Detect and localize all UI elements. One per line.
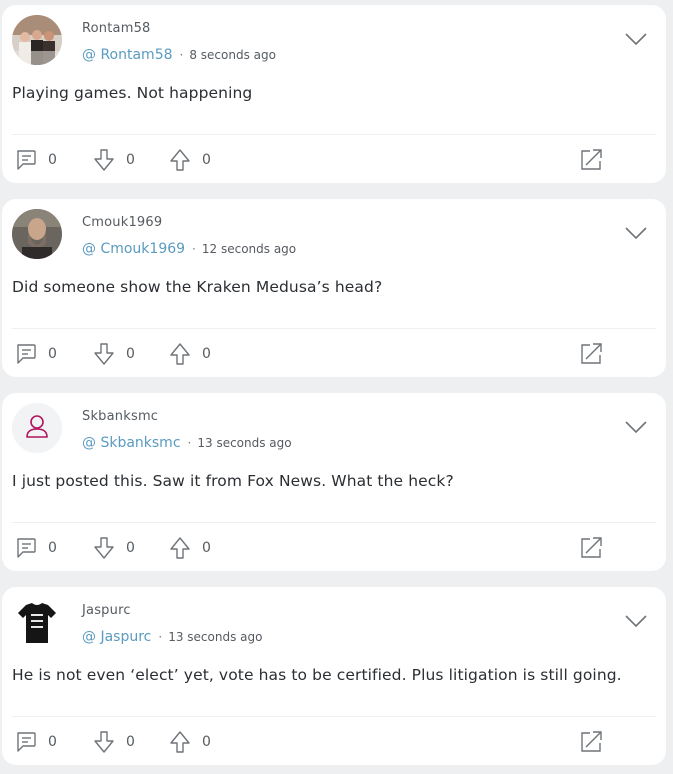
- separator-dot: ·: [158, 630, 163, 644]
- handle-text[interactable]: @ Skbanksmc: [82, 435, 181, 451]
- post-text: I just posted this. Saw it from Fox News…: [12, 472, 454, 490]
- reply-button[interactable]: 0: [14, 341, 57, 367]
- divider: [12, 522, 656, 523]
- timestamp[interactable]: 13 seconds ago: [197, 436, 291, 450]
- divider: [12, 328, 656, 329]
- username[interactable]: Jaspurc: [82, 603, 131, 618]
- share-button[interactable]: [578, 535, 604, 561]
- user-handle[interactable]: @ Jaspurc · 13 seconds ago: [82, 629, 262, 645]
- user-icon: [12, 403, 62, 453]
- share-button[interactable]: [578, 341, 604, 367]
- avatar[interactable]: [12, 403, 62, 453]
- downvote-button[interactable]: 0: [92, 535, 135, 561]
- handle-text[interactable]: @ Jaspurc: [82, 629, 151, 645]
- post-card: Jaspurc @ Jaspurc · 13 seconds ago He is n…: [2, 587, 666, 765]
- separator-dot: ·: [192, 242, 196, 256]
- handle-text[interactable]: @ Rontam58: [82, 47, 173, 63]
- upvote-button[interactable]: 0: [168, 535, 211, 561]
- downvote-button[interactable]: 0: [92, 729, 135, 755]
- arrow-up-icon: [170, 343, 190, 365]
- reply-button[interactable]: 0: [14, 147, 57, 173]
- comment-icon: [17, 344, 36, 364]
- avatar[interactable]: [12, 15, 62, 65]
- reply-count: 0: [48, 540, 57, 556]
- chevron-down-icon[interactable]: [624, 226, 648, 240]
- timestamp[interactable]: 8 seconds ago: [189, 48, 276, 62]
- username[interactable]: Skbanksmc: [82, 409, 158, 424]
- upvote-button[interactable]: 0: [168, 147, 211, 173]
- post-text: He is not even ‘elect’ yet, vote has to …: [12, 666, 622, 684]
- downvote-count: 0: [126, 734, 135, 750]
- chevron-down-icon[interactable]: [624, 614, 648, 628]
- downvote-count: 0: [126, 540, 135, 556]
- post-card: Skbanksmc @ Skbanksmc · 13 seconds ago I j…: [2, 393, 666, 571]
- downvote-count: 0: [126, 152, 135, 168]
- user-handle[interactable]: @ Rontam58 · 8 seconds ago: [82, 47, 276, 63]
- upvote-button[interactable]: 0: [168, 341, 211, 367]
- separator-dot: ·: [179, 48, 184, 62]
- share-icon: [581, 537, 602, 558]
- username[interactable]: Rontam58: [82, 21, 151, 36]
- arrow-up-icon: [170, 731, 190, 753]
- user-handle[interactable]: @ Cmouk1969 · 12 seconds ago: [82, 241, 296, 257]
- upvote-count: 0: [202, 540, 211, 556]
- upvote-count: 0: [202, 152, 211, 168]
- reply-count: 0: [48, 346, 57, 362]
- comment-icon: [17, 538, 36, 558]
- upvote-button[interactable]: 0: [168, 729, 211, 755]
- post-text: Playing games. Not happening: [12, 84, 253, 102]
- downvote-count: 0: [126, 346, 135, 362]
- timestamp[interactable]: 12 seconds ago: [202, 242, 296, 256]
- downvote-button[interactable]: 0: [92, 341, 135, 367]
- avatar[interactable]: [12, 597, 62, 647]
- reply-count: 0: [48, 734, 57, 750]
- arrow-down-icon: [94, 343, 114, 365]
- arrow-down-icon: [94, 149, 114, 171]
- downvote-button[interactable]: 0: [92, 147, 135, 173]
- divider: [12, 716, 656, 717]
- share-icon: [581, 343, 602, 364]
- arrow-up-icon: [170, 537, 190, 559]
- reply-button[interactable]: 0: [14, 535, 57, 561]
- arrow-down-icon: [94, 537, 114, 559]
- share-icon: [581, 149, 602, 170]
- comment-icon: [17, 150, 36, 170]
- chevron-down-icon[interactable]: [624, 32, 648, 46]
- post-card: Cmouk1969 @ Cmouk1969 · 12 seconds ago Did…: [2, 199, 666, 377]
- share-button[interactable]: [578, 147, 604, 173]
- chevron-down-icon[interactable]: [624, 420, 648, 434]
- avatar[interactable]: [12, 209, 62, 259]
- divider: [12, 134, 656, 135]
- comment-icon: [17, 732, 36, 752]
- arrow-up-icon: [170, 149, 190, 171]
- reply-button[interactable]: 0: [14, 729, 57, 755]
- arrow-down-icon: [94, 731, 114, 753]
- handle-text[interactable]: @ Cmouk1969: [82, 241, 185, 257]
- upvote-count: 0: [202, 734, 211, 750]
- separator-dot: ·: [187, 436, 192, 450]
- user-handle[interactable]: @ Skbanksmc · 13 seconds ago: [82, 435, 292, 451]
- timestamp[interactable]: 13 seconds ago: [168, 630, 262, 644]
- username[interactable]: Cmouk1969: [82, 215, 162, 230]
- post-text: Did someone show the Kraken Medusa’s hea…: [12, 278, 383, 296]
- post-card: Rontam58 @ Rontam58 · 8 seconds ago Playin…: [2, 5, 666, 183]
- share-button[interactable]: [578, 729, 604, 755]
- reply-count: 0: [48, 152, 57, 168]
- share-icon: [581, 731, 602, 752]
- upvote-count: 0: [202, 346, 211, 362]
